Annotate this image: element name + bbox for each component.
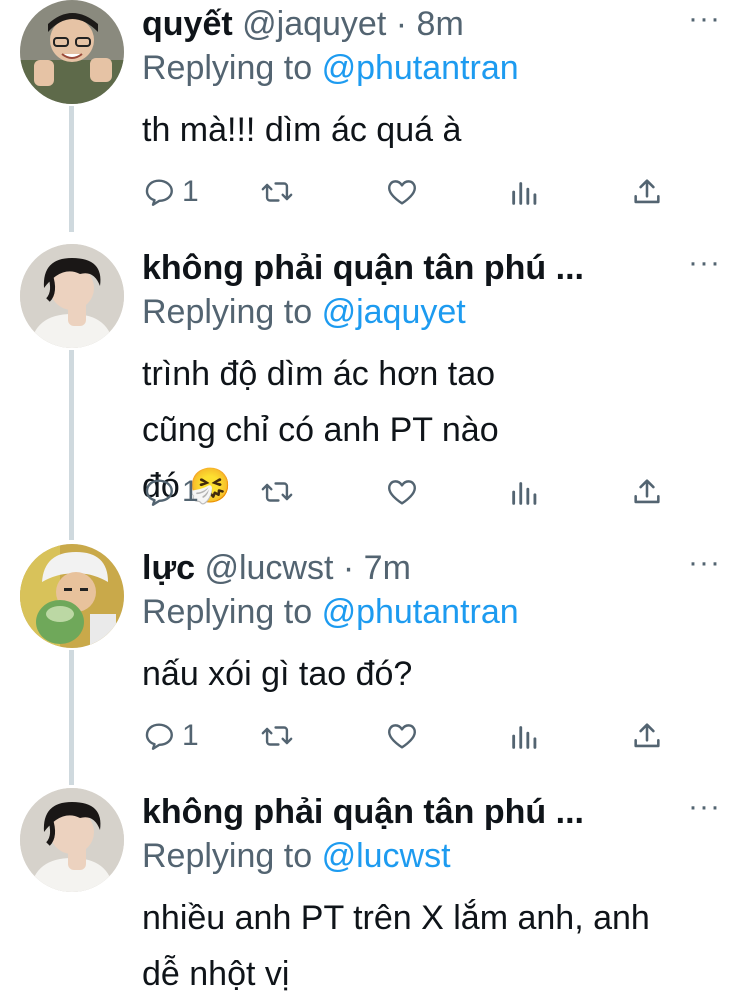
replying-label: Replying to bbox=[142, 837, 313, 875]
retweet-button[interactable] bbox=[260, 172, 294, 212]
retweet-button[interactable] bbox=[260, 716, 294, 756]
replying-label: Replying to bbox=[142, 293, 313, 331]
like-button[interactable] bbox=[385, 172, 419, 212]
more-options-icon[interactable]: ··· bbox=[688, 4, 722, 34]
tweet-text: nhiều anh PT trên X lắm anh, anh dễ nhột… bbox=[142, 899, 650, 993]
analytics-button[interactable] bbox=[508, 472, 542, 512]
more-options-icon[interactable]: ··· bbox=[688, 548, 722, 578]
heart-icon bbox=[388, 724, 416, 749]
analytics-icon bbox=[512, 726, 537, 749]
more-options-icon[interactable]: ··· bbox=[688, 792, 722, 822]
avatar[interactable] bbox=[20, 0, 124, 104]
reply-icon bbox=[145, 723, 173, 750]
retweet-icon bbox=[261, 182, 293, 202]
replying-label: Replying to bbox=[142, 593, 313, 631]
user-handle[interactable]: @lucwst bbox=[204, 549, 333, 587]
share-icon bbox=[634, 479, 660, 504]
replying-to: Replying to @phutantran bbox=[142, 590, 519, 634]
heart-icon bbox=[388, 480, 416, 505]
share-button[interactable] bbox=[630, 172, 664, 212]
timestamp[interactable]: 7m bbox=[364, 549, 411, 587]
analytics-button[interactable] bbox=[508, 172, 542, 212]
mention-link[interactable]: @jaquyet bbox=[322, 293, 466, 331]
replying-label: Replying to bbox=[142, 49, 313, 87]
reply-icon bbox=[145, 479, 173, 506]
action-bar: 1 bbox=[142, 172, 702, 212]
tweet-text: nấu xói gì tao đó? bbox=[142, 655, 413, 693]
replying-to: Replying to @phutantran bbox=[142, 46, 519, 90]
avatar[interactable] bbox=[20, 788, 124, 892]
like-button[interactable] bbox=[385, 716, 419, 756]
separator-dot: · bbox=[342, 549, 355, 587]
replying-to: Replying to @lucwst bbox=[142, 834, 451, 878]
mention-link[interactable]: @lucwst bbox=[322, 837, 451, 875]
reply-tweet[interactable]: không phải quận tân phú ... ··· Replying… bbox=[0, 244, 750, 534]
display-name[interactable]: không phải quận tân phú ... bbox=[142, 793, 584, 831]
analytics-button[interactable] bbox=[508, 716, 542, 756]
heart-icon bbox=[388, 180, 416, 205]
reply-tweet[interactable]: lực @lucwst · 7m ··· Replying to @phutan… bbox=[0, 544, 750, 780]
share-icon bbox=[634, 179, 660, 204]
action-bar: 1 bbox=[142, 716, 702, 756]
analytics-icon bbox=[512, 482, 537, 505]
retweet-icon bbox=[261, 482, 293, 502]
action-bar: 1 bbox=[142, 472, 702, 512]
avatar[interactable] bbox=[20, 244, 124, 348]
timestamp[interactable]: 8m bbox=[417, 5, 464, 43]
display-name[interactable]: quyết bbox=[142, 5, 233, 43]
mention-link[interactable]: @phutantran bbox=[322, 49, 519, 87]
reply-tweet[interactable]: quyết @jaquyet · 8m ··· Replying to @phu… bbox=[0, 0, 750, 232]
reply-icon bbox=[145, 179, 173, 206]
more-options-icon[interactable]: ··· bbox=[688, 248, 722, 278]
separator-dot: · bbox=[395, 5, 408, 43]
user-handle[interactable]: @jaquyet bbox=[242, 5, 386, 43]
analytics-icon bbox=[512, 182, 537, 205]
retweet-button[interactable] bbox=[260, 472, 294, 512]
display-name[interactable]: không phải quận tân phú ... bbox=[142, 249, 584, 287]
share-button[interactable] bbox=[630, 716, 664, 756]
share-icon bbox=[634, 723, 660, 748]
display-name[interactable]: lực bbox=[142, 549, 195, 587]
reply-button[interactable]: 1 bbox=[142, 472, 199, 512]
avatar[interactable] bbox=[20, 544, 124, 648]
reply-count: 1 bbox=[182, 175, 199, 208]
reply-count: 1 bbox=[182, 475, 199, 508]
replying-to: Replying to @jaquyet bbox=[142, 290, 466, 334]
retweet-icon bbox=[261, 726, 293, 746]
mention-link[interactable]: @phutantran bbox=[322, 593, 519, 631]
reply-count: 1 bbox=[182, 719, 199, 752]
reply-button[interactable]: 1 bbox=[142, 172, 199, 212]
tweet-text: th mà!!! dìm ác quá à bbox=[142, 111, 462, 149]
share-button[interactable] bbox=[630, 472, 664, 512]
like-button[interactable] bbox=[385, 472, 419, 512]
reply-button[interactable]: 1 bbox=[142, 716, 199, 756]
reply-tweet[interactable]: không phải quận tân phú ... ··· Replying… bbox=[0, 788, 750, 997]
